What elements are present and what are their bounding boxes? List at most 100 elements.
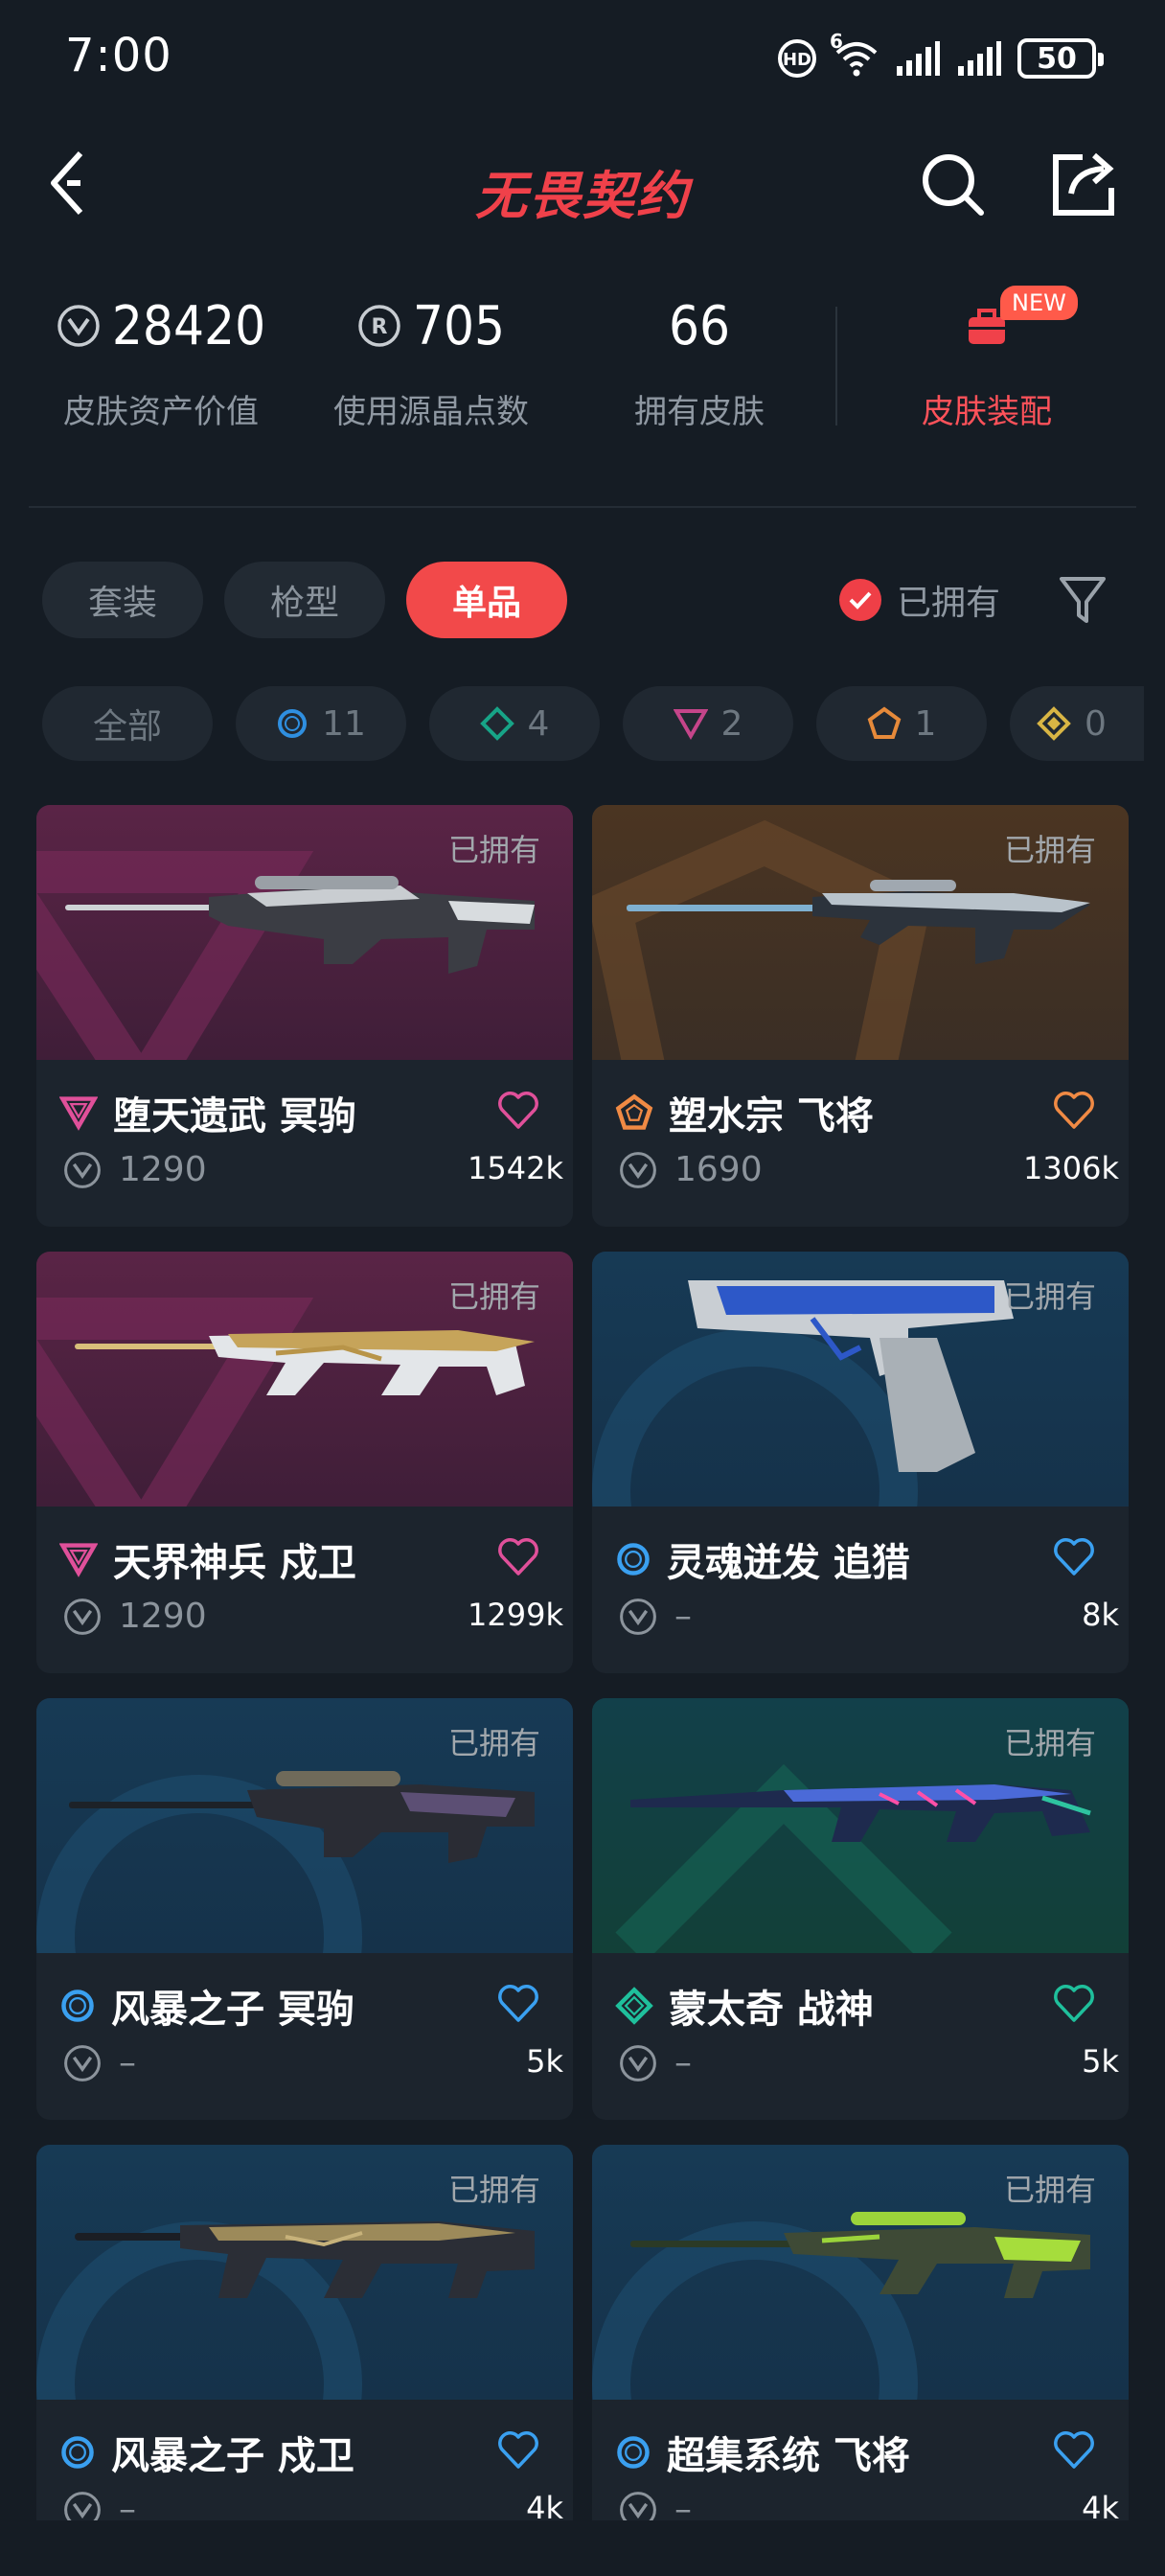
owned-tag: 已拥有 [1003, 832, 1096, 868]
tab-weapon-type[interactable]: 枪型 [224, 562, 386, 638]
svg-text:HD: HD [783, 50, 811, 70]
heart-icon [1054, 1538, 1094, 1576]
like-button[interactable] [496, 1535, 540, 1577]
rarity-filter-chips: 全部 11 4 2 1 0 [42, 686, 1144, 761]
premium-tier-icon [59, 1543, 98, 1577]
like-count: 1306k [1023, 1150, 1119, 1186]
svg-text:R: R [371, 315, 387, 339]
skin-image: 已拥有 [36, 1698, 573, 1953]
signal-icon-2 [956, 39, 1002, 78]
vp-icon [64, 2044, 101, 2082]
exclusive-tier-icon [615, 1093, 653, 1130]
stat-value: 28420 [111, 294, 266, 357]
like-button[interactable] [496, 1982, 540, 2024]
skin-price: – [119, 2043, 136, 2082]
owned-tag: 已拥有 [447, 2172, 540, 2208]
heart-icon [1054, 2431, 1094, 2469]
vp-icon [64, 1598, 101, 1635]
skin-price: – [674, 1597, 692, 1636]
skin-card[interactable]: 已拥有 风暴之子 戍卫 – 4k [36, 2145, 573, 2566]
filter-button[interactable] [1058, 573, 1108, 627]
skin-image: 已拥有 [36, 805, 573, 1060]
select-tier-icon [617, 2436, 650, 2469]
vp-icon [620, 1151, 656, 1188]
chip-count: 2 [720, 703, 743, 744]
deluxe-tier-icon [479, 706, 514, 741]
select-tier-icon [61, 1990, 94, 2022]
tab-sets[interactable]: 套装 [42, 562, 204, 638]
skin-name: 灵魂迸发 追猎 [667, 1541, 910, 1585]
skin-card[interactable]: 已拥有 灵魂迸发 追猎 – 8k [592, 1252, 1129, 1673]
section-divider [29, 506, 1136, 508]
skin-image: 已拥有 [592, 2145, 1129, 2400]
owned-filter-toggle[interactable]: 已拥有 [839, 569, 1000, 631]
heart-icon [498, 1538, 538, 1576]
like-button[interactable] [496, 2428, 540, 2471]
skin-price: 1290 [119, 1150, 207, 1189]
chip-exclusive-tier[interactable]: 1 [816, 686, 987, 761]
like-button[interactable] [1052, 1535, 1096, 1577]
heart-icon [1054, 1092, 1094, 1129]
heart-icon [498, 2431, 538, 2469]
skin-card[interactable]: 已拥有 塑水宗 飞将 1690 1306k [592, 805, 1129, 1227]
like-button[interactable] [1052, 1089, 1096, 1131]
skin-name: 天界神兵 戍卫 [113, 1541, 356, 1585]
skin-loadout-button[interactable]: NEW 皮肤装配 [843, 286, 1131, 432]
battery-level: 50 [1037, 41, 1077, 76]
like-button[interactable] [1052, 1982, 1096, 2024]
skin-card[interactable]: 已拥有 超集系统 飞将 – 4k [592, 2145, 1129, 2566]
radianite-icon: R [358, 305, 400, 347]
skin-name: 塑水宗 飞将 [669, 1094, 874, 1138]
skin-card[interactable]: 已拥有 天界神兵 戍卫 1290 1299k [36, 1252, 573, 1673]
status-bar: 7:00 HD 6 50 [0, 0, 1165, 115]
owned-tag: 已拥有 [447, 1278, 540, 1315]
chip-deluxe-tier[interactable]: 4 [429, 686, 600, 761]
tab-single-items[interactable]: 单品 [406, 562, 568, 638]
skin-image: 已拥有 [592, 805, 1129, 1060]
owned-tag: 已拥有 [1003, 2172, 1096, 2208]
premium-tier-icon [673, 709, 708, 740]
app-header: 无畏契约 [0, 125, 1165, 240]
skin-name: 蒙太奇 战神 [669, 1988, 874, 2032]
select-tier-icon [617, 1543, 650, 1576]
vp-icon [64, 1151, 101, 1188]
heart-icon [498, 1985, 538, 2022]
like-count: 5k [526, 2043, 563, 2080]
skin-card[interactable]: 已拥有 蒙太奇 战神 – 5k [592, 1698, 1129, 2120]
stat-value: 705 [412, 294, 506, 357]
owned-filter-label: 已拥有 [897, 584, 1001, 623]
share-button[interactable] [1050, 150, 1117, 218]
like-button[interactable] [496, 1089, 540, 1131]
chip-select-tier[interactable]: 11 [236, 686, 406, 761]
deluxe-tier-icon [615, 1987, 653, 2025]
skin-image: 已拥有 [36, 2145, 573, 2400]
ultra-tier-icon [1037, 706, 1071, 741]
stat-asset-value: 28420 皮肤资产价值 [27, 288, 295, 432]
select-tier-icon [61, 2436, 94, 2469]
skin-name: 堕天遗武 冥驹 [113, 1094, 356, 1138]
network-badge: 6 [830, 30, 843, 53]
category-tabs: 套装 枪型 单品 [42, 562, 568, 638]
hd-call-icon: HD [776, 37, 818, 80]
chip-all[interactable]: 全部 [42, 686, 213, 761]
chip-ultra-tier[interactable]: 0 [1010, 686, 1144, 761]
heart-icon [1054, 1985, 1094, 2022]
skin-image: 已拥有 [36, 1252, 573, 1506]
status-icons: HD 6 50 [776, 30, 1104, 82]
loadout-label: 皮肤装配 [922, 393, 1052, 431]
search-button[interactable] [918, 150, 987, 218]
chip-count: 0 [1085, 703, 1107, 744]
owned-tag: 已拥有 [447, 832, 540, 868]
skin-card[interactable]: 已拥有 风暴之子 冥驹 – 5k [36, 1698, 573, 2120]
chip-label: 全部 [92, 707, 162, 747]
like-count: 1542k [468, 1150, 563, 1186]
chip-premium-tier[interactable]: 2 [623, 686, 793, 761]
select-tier-icon [278, 709, 308, 738]
checkbox-checked-icon [839, 579, 881, 621]
status-time: 7:00 [65, 29, 172, 82]
search-icon [923, 154, 984, 216]
skin-card[interactable]: 已拥有 堕天遗武 冥驹 1290 1542k [36, 805, 573, 1227]
like-button[interactable] [1052, 2428, 1096, 2471]
vp-icon [57, 305, 100, 347]
skin-price: 1690 [674, 1150, 763, 1189]
